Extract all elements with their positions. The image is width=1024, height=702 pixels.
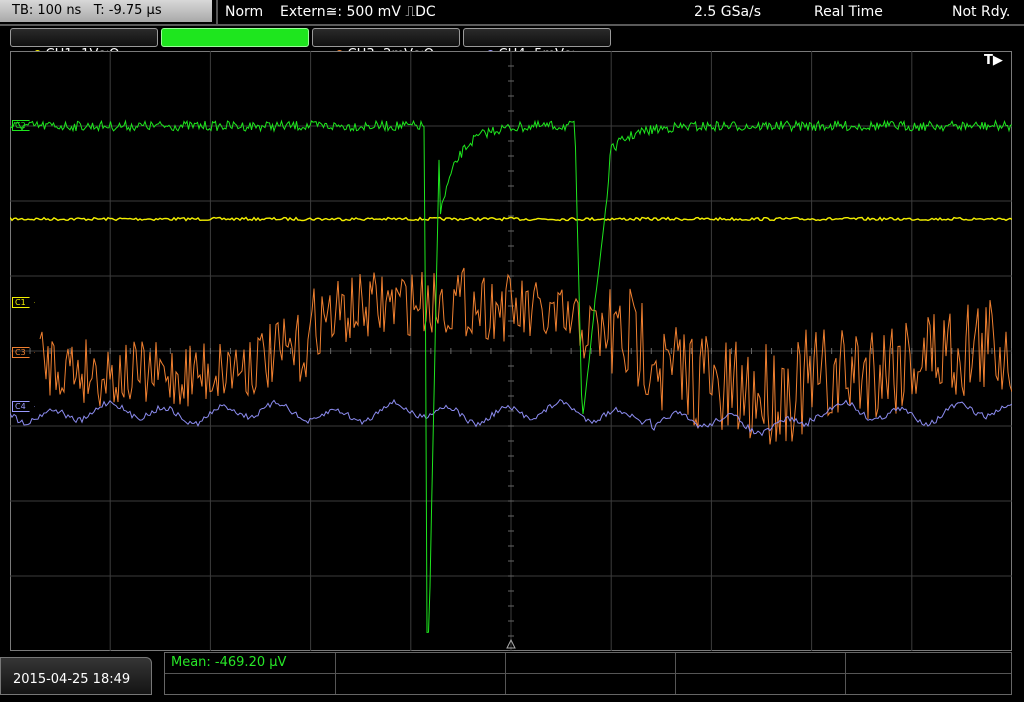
acquisition-mode: Real Time: [814, 4, 883, 20]
trigger-mode[interactable]: Norm: [225, 0, 263, 24]
trigger-marker-icon[interactable]: T▶: [984, 53, 1003, 68]
status-divider: [0, 24, 1024, 26]
status-separator: [216, 0, 218, 24]
measurement-divider: [335, 653, 336, 694]
mean-measurement: Mean: -469.20 µV: [171, 655, 287, 670]
sample-rate: 2.5 GSa/s: [694, 4, 762, 20]
measurement-divider: [165, 673, 1011, 674]
measurement-divider: [675, 653, 676, 694]
timebase-box[interactable]: TB: 100 ns T: -9.75 µs: [0, 0, 212, 22]
graticule: [10, 51, 1012, 651]
waveform-plot: [10, 51, 1012, 651]
channel-bar: CH1: 1V≅Ω CH2: 5mV≅Ω CH3: 2mV≅Ω CH4: 5mV…: [0, 27, 1024, 62]
channel-4-button[interactable]: CH4: 5mV≅: [463, 28, 611, 62]
status-bar: TB: 100 ns T: -9.75 µs Norm Extern≅: 500…: [0, 0, 1024, 24]
measurement-divider: [845, 653, 846, 694]
trigger-source[interactable]: Extern≅: 500 mV ⎍DC: [280, 0, 436, 24]
measurement-divider: [505, 653, 506, 694]
timebase-label: TB: 100 ns: [12, 3, 82, 18]
trigger-time-label: T: -9.75 µs: [93, 3, 162, 18]
channel-2-button[interactable]: CH2: 5mV≅Ω: [161, 28, 309, 62]
measurement-panel[interactable]: Mean: -469.20 µV: [164, 652, 1012, 695]
datetime-display: 2015-04-25 18:49: [0, 657, 152, 695]
channel-3-button[interactable]: CH3: 2mV≅Ω: [312, 28, 460, 62]
acquisition-state: Not Rdy.: [952, 4, 1011, 20]
channel-1-button[interactable]: CH1: 1V≅Ω: [10, 28, 158, 62]
